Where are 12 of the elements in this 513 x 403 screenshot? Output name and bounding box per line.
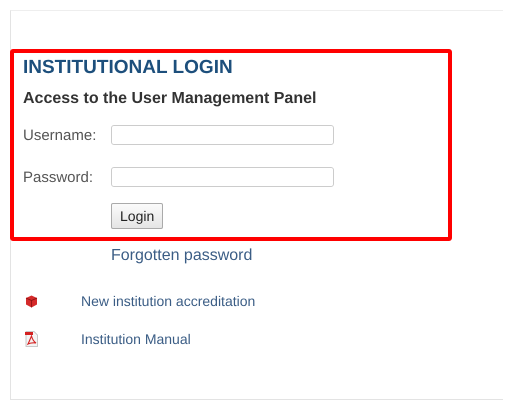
link[interactable]: Institution Manual	[81, 331, 191, 347]
login-button[interactable]: Login	[111, 203, 164, 229]
username-field[interactable]	[111, 125, 334, 145]
cube-icon	[25, 294, 38, 308]
field-label: Password:	[23, 168, 94, 186]
link[interactable]: New institution accreditation	[81, 293, 256, 309]
password-field[interactable]	[111, 167, 334, 187]
field-label: Username:	[23, 126, 98, 144]
login-title: INSTITUTIONAL LOGIN	[23, 57, 234, 79]
forgotten-password-link[interactable]: Forgotten password	[111, 247, 252, 265]
pdf-icon	[25, 331, 38, 347]
login-subtitle: Access to the User Management Panel	[23, 90, 318, 108]
